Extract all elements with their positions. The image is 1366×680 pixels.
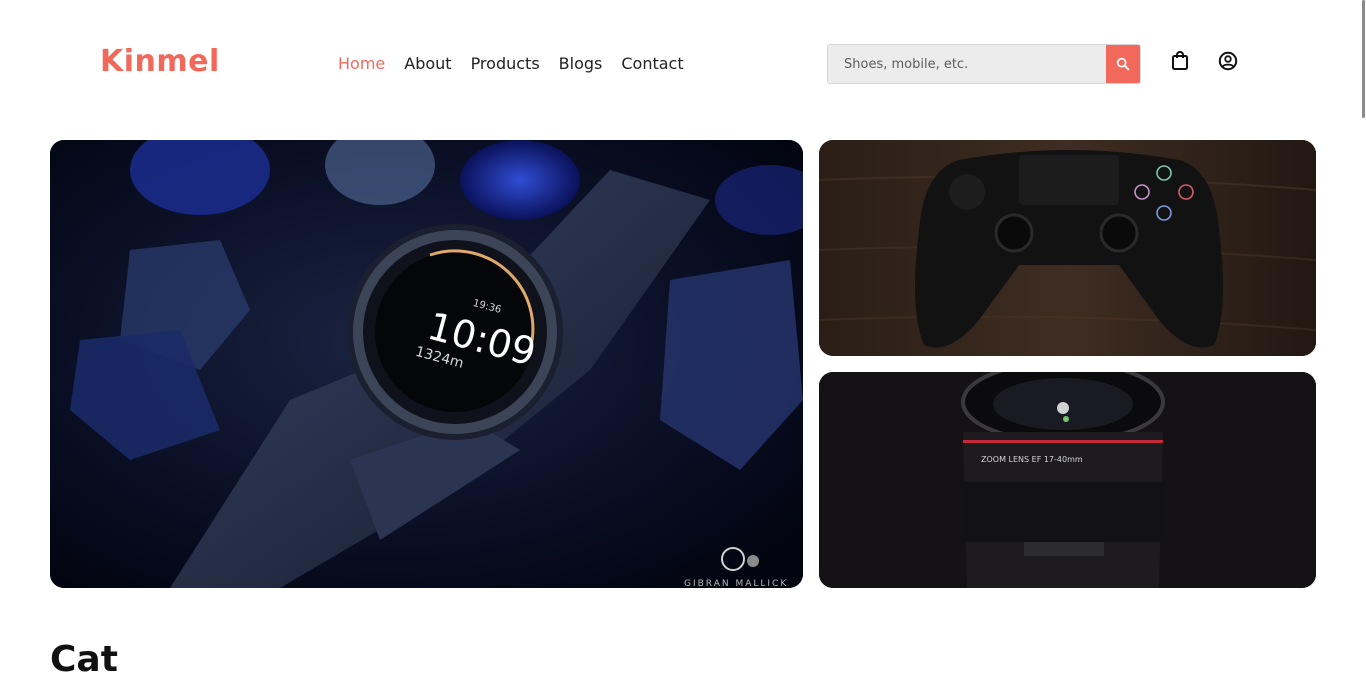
photographer-watermark: GIBRAN MALLICK xyxy=(684,579,789,588)
camera-lens-image: ZOOM LENS EF 17-40mm xyxy=(819,372,1316,588)
smartwatch-image: 10:09 1324m 19:36 xyxy=(50,140,803,588)
search-input[interactable] xyxy=(828,45,1106,83)
brand-logo[interactable]: Kinmel xyxy=(100,44,220,79)
search-icon xyxy=(1116,57,1130,71)
nav-item-about[interactable]: About xyxy=(404,53,451,75)
cart-button[interactable] xyxy=(1169,50,1191,72)
page-scrollbar[interactable] xyxy=(1360,0,1366,654)
search-button[interactable] xyxy=(1106,45,1140,83)
game-controller-image xyxy=(819,140,1316,356)
search-bar xyxy=(827,44,1141,84)
section-title: Cat xyxy=(50,639,118,680)
nav-item-contact[interactable]: Contact xyxy=(621,53,683,75)
scrollbar-thumb[interactable] xyxy=(1362,0,1365,118)
banner-game-controller[interactable] xyxy=(819,140,1316,356)
banner-camera-lens[interactable]: ZOOM LENS EF 17-40mm xyxy=(819,372,1316,588)
shopping-bag-icon xyxy=(1172,51,1188,70)
site-header: Kinmel Home About Products Blogs Contact xyxy=(0,0,1360,128)
svg-text:ZOOM LENS EF 17-40mm: ZOOM LENS EF 17-40mm xyxy=(981,455,1083,464)
hero-banner-smartwatch[interactable]: 10:09 1324m 19:36 GIBRAN MALLICK xyxy=(50,140,803,588)
nav-item-blogs[interactable]: Blogs xyxy=(559,53,603,75)
nav-item-products[interactable]: Products xyxy=(471,53,540,75)
main-nav: Home About Products Blogs Contact xyxy=(338,53,703,75)
user-circle-icon xyxy=(1218,51,1238,71)
account-button[interactable] xyxy=(1217,50,1239,72)
nav-item-home[interactable]: Home xyxy=(338,53,385,75)
